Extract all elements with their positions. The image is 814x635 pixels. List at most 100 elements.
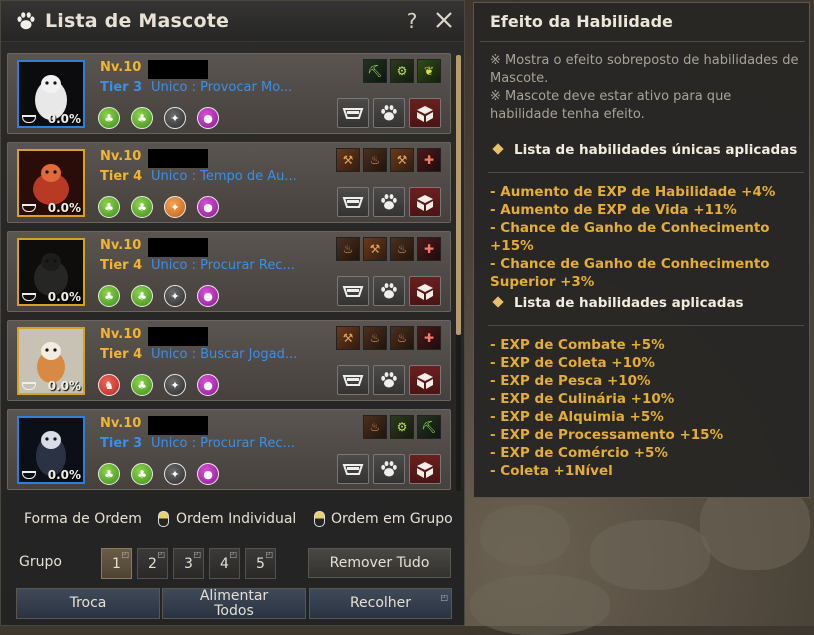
purple-trait-icon[interactable]: ● — [197, 285, 219, 307]
pet-portrait[interactable]: 0.0% — [17, 60, 85, 128]
pet-portrait[interactable]: 0.0% — [17, 327, 85, 395]
hammer-skill-icon[interactable]: ⚒ — [336, 326, 360, 350]
help-button[interactable]: ? — [401, 9, 423, 33]
pet-card[interactable]: 0.0% Nv.10 Tier 4 Único : Tempo de Au...… — [7, 142, 451, 223]
feed-button[interactable] — [337, 187, 369, 217]
pet-info-button[interactable] — [373, 276, 405, 306]
group-button-2[interactable]: 2 ◰ — [137, 548, 168, 579]
pet-info-button[interactable] — [373, 98, 405, 128]
pet-info-button[interactable] — [373, 454, 405, 484]
scrollbar[interactable] — [456, 55, 461, 491]
pet-portrait[interactable]: 0.0% — [17, 238, 85, 306]
unique-skill-effect: - Aumento de EXP de Habilidade +4% — [490, 184, 776, 200]
group-button-1[interactable]: 1 ◰ — [101, 548, 132, 579]
green-trait-icon[interactable]: ♣ — [98, 196, 120, 218]
applied-skill-effect: - EXP de Comércio +5% — [490, 445, 668, 461]
seal-button[interactable] — [409, 365, 441, 395]
pet-portrait[interactable]: 0.0% — [17, 416, 85, 484]
brown-skill-icon[interactable]: ♨ — [363, 415, 387, 439]
window-title: Lista de Mascote — [45, 10, 230, 32]
pet-info-button[interactable] — [373, 365, 405, 395]
gear-skill-icon[interactable]: ⚙ — [390, 415, 414, 439]
group-button-5[interactable]: 5 ◰ — [245, 548, 276, 579]
pet-list[interactable]: 0.0% Nv.10 Tier 3 Único : Provocar Mo...… — [7, 53, 455, 493]
close-icon[interactable] — [431, 7, 457, 33]
gray-trait-icon[interactable]: ✦ — [164, 285, 186, 307]
feed-button[interactable] — [337, 98, 369, 128]
green-trait-icon[interactable]: ♣ — [131, 285, 153, 307]
pet-info-button[interactable] — [373, 187, 405, 217]
sort-group-button[interactable]: Ordem em Grupo — [331, 511, 453, 527]
applied-skill-effect: - EXP de Processamento +15% — [490, 427, 724, 443]
green-trait-icon[interactable]: ♣ — [131, 196, 153, 218]
unique-skills-header: Lista de habilidades únicas aplicadas — [490, 142, 797, 158]
unique-skill-effect: - Chance de Ganho de Conhecimento +15% — [490, 220, 770, 254]
tooltip-notes: ※ Mostra o efeito sobreposto de habilida… — [490, 52, 800, 124]
gear-skill-icon[interactable]: ⚙ — [390, 59, 414, 83]
pick-skill-icon[interactable]: ⛏ — [417, 415, 441, 439]
group-button-4[interactable]: 4 ◰ — [209, 548, 240, 579]
pet-card[interactable]: 0.0% Nv.10 Tier 3 Único : Provocar Mo...… — [7, 53, 451, 134]
feed-all-button[interactable]: Alimentar Todos — [162, 588, 306, 619]
gray-trait-icon[interactable]: ✦ — [164, 374, 186, 396]
seal-button[interactable] — [409, 276, 441, 306]
purple-trait-icon[interactable]: ● — [197, 374, 219, 396]
purple-trait-icon[interactable]: ● — [197, 107, 219, 129]
red-skill-icon[interactable]: ✚ — [417, 237, 441, 261]
applied-skill-effect: - EXP de Culinária +10% — [490, 391, 675, 407]
hammer-skill-icon[interactable]: ⚒ — [390, 148, 414, 172]
pet-card[interactable]: 0.0% Nv.10 Tier 3 Único : Procurar Rec..… — [7, 409, 451, 490]
applied-skills-list: - EXP de Combate +5% - EXP de Coleta +10%… — [490, 336, 800, 480]
hammer-skill-icon[interactable]: ⚒ — [336, 148, 360, 172]
green-trait-icon[interactable]: ♣ — [131, 374, 153, 396]
brown-skill-icon[interactable]: ♨ — [336, 237, 360, 261]
window-header[interactable]: Lista de Mascote ? — [1, 1, 464, 42]
red-skill-icon[interactable]: ✚ — [417, 148, 441, 172]
swap-button[interactable]: Troca — [16, 588, 160, 619]
brown-skill-icon[interactable]: ♨ — [390, 237, 414, 261]
seal-button[interactable] — [409, 187, 441, 217]
red-trait-icon[interactable]: ♞ — [98, 374, 120, 396]
pet-card[interactable]: 0.0% Nv.10 Tier 4 Único : Procurar Rec..… — [7, 231, 451, 312]
feed-button[interactable] — [337, 454, 369, 484]
hammer-skill-icon[interactable]: ⚒ — [363, 237, 387, 261]
applied-skill-effect: - EXP de Coleta +10% — [490, 355, 655, 371]
seal-button[interactable] — [409, 98, 441, 128]
group-label: Grupo — [19, 554, 62, 570]
pet-tier: Tier 3 — [100, 80, 143, 95]
scrollbar-thumb[interactable] — [456, 55, 461, 335]
leaf-skill-icon[interactable]: ❦ — [417, 59, 441, 83]
box-seal-icon — [417, 284, 433, 300]
brown-skill-icon[interactable]: ♨ — [390, 326, 414, 350]
brown-skill-icon[interactable]: ♨ — [363, 148, 387, 172]
pet-level: Nv.10 — [100, 149, 142, 164]
green-trait-icon[interactable]: ♣ — [131, 107, 153, 129]
green-trait-icon[interactable]: ♣ — [98, 285, 120, 307]
sort-options: Forma de Ordem Ordem Individual Ordem em… — [1, 506, 466, 534]
sort-individual-button[interactable]: Ordem Individual — [176, 511, 296, 527]
pick-skill-icon[interactable]: ⛏ — [363, 59, 387, 83]
seal-button[interactable] — [409, 454, 441, 484]
green-trait-icon[interactable]: ♣ — [98, 463, 120, 485]
green-trait-icon[interactable]: ♣ — [98, 107, 120, 129]
feed-button[interactable] — [337, 276, 369, 306]
pet-portrait[interactable]: 0.0% — [17, 149, 85, 217]
gray-trait-icon[interactable]: ✦ — [164, 463, 186, 485]
divider — [488, 172, 804, 173]
red-skill-icon[interactable]: ✚ — [417, 326, 441, 350]
remove-all-button[interactable]: Remover Tudo — [308, 548, 451, 578]
pet-level: Nv.10 — [100, 327, 142, 342]
green-trait-icon[interactable]: ♣ — [131, 463, 153, 485]
group-button-3[interactable]: 3 ◰ — [173, 548, 204, 579]
hunger-percent: 0.0% — [47, 290, 81, 304]
purple-trait-icon[interactable]: ● — [197, 463, 219, 485]
feed-button[interactable] — [337, 365, 369, 395]
brown-skill-icon[interactable]: ♨ — [363, 326, 387, 350]
purple-trait-icon[interactable]: ● — [197, 196, 219, 218]
collect-button[interactable]: Recolher ◰ — [309, 588, 452, 619]
orange-trait-icon[interactable]: ✦ — [164, 196, 186, 218]
box-seal-icon — [417, 462, 433, 478]
pet-card[interactable]: 0.0% Nv.10 Tier 4 Único : Buscar Jogad..… — [7, 320, 451, 401]
background-rock — [590, 520, 710, 590]
gray-trait-icon[interactable]: ✦ — [164, 107, 186, 129]
